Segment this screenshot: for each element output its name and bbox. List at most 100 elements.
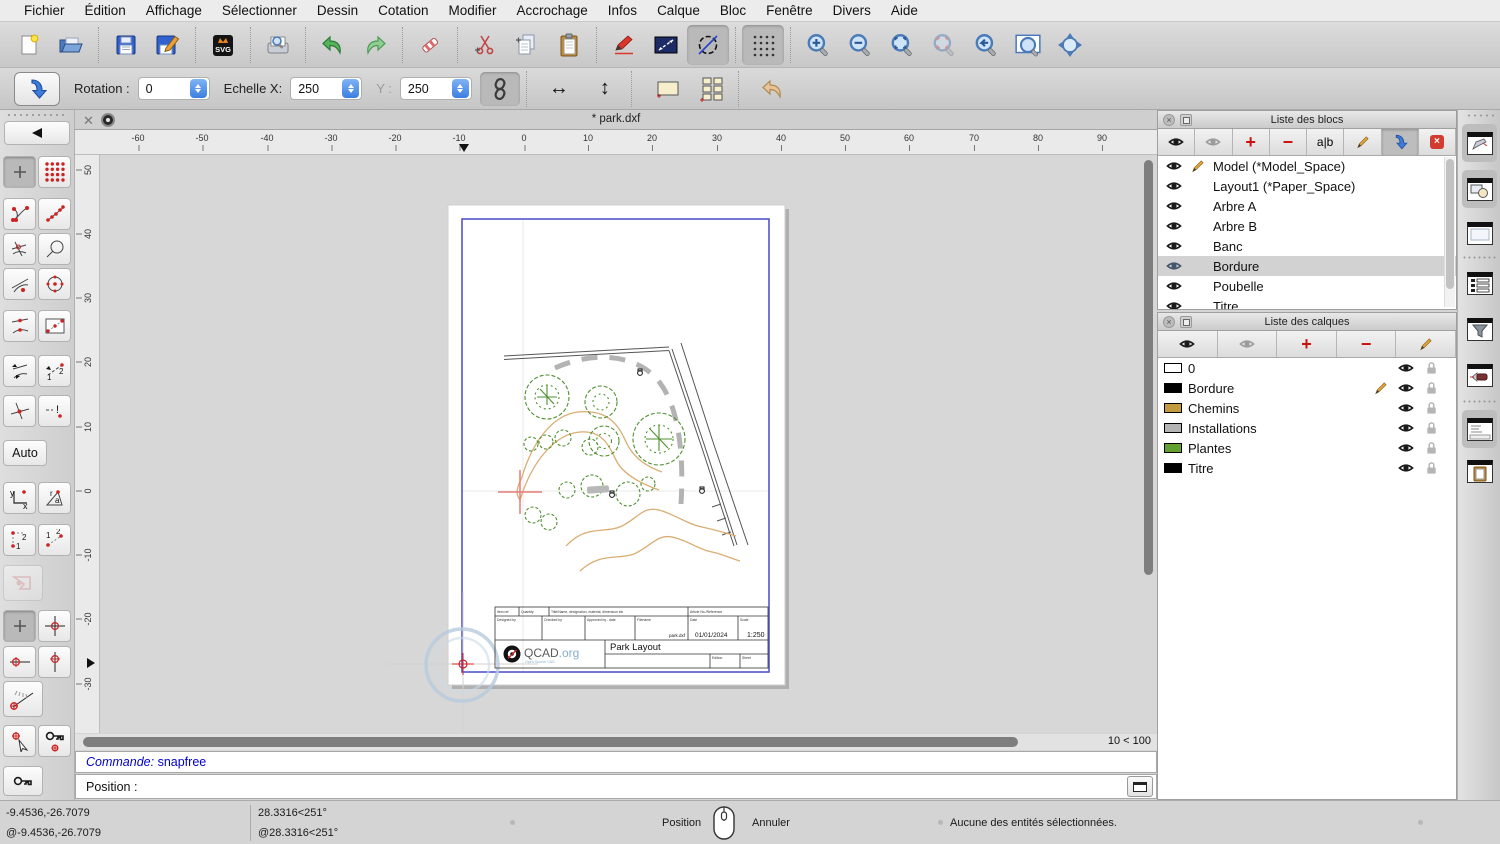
measure-button[interactable] <box>645 25 687 65</box>
zoom-selection-button[interactable] <box>923 25 965 65</box>
svg-export-button[interactable]: SVG <box>202 25 244 65</box>
block-list-scrollbar[interactable] <box>1444 157 1455 307</box>
save-button[interactable] <box>105 25 147 65</box>
hide-all-layers-button[interactable] <box>1218 331 1278 357</box>
menu-calque[interactable]: Calque <box>647 0 710 22</box>
zoom-auto-button[interactable] <box>881 25 923 65</box>
add-block-button[interactable]: + <box>1233 129 1270 155</box>
block-visibility-icon[interactable] <box>1166 198 1182 214</box>
snap-intersection-manual-button[interactable]: ! <box>38 395 71 427</box>
array-insert-button[interactable] <box>692 72 732 106</box>
layer-visibility-icon[interactable] <box>1398 360 1414 376</box>
block-visibility-icon[interactable] <box>1166 258 1182 274</box>
snap-center-button[interactable] <box>38 268 71 300</box>
snap-grid-button[interactable] <box>38 156 71 188</box>
layer-lock-icon[interactable] <box>1425 381 1438 395</box>
menu-cotation[interactable]: Cotation <box>368 0 438 22</box>
snap-intersection-button[interactable] <box>3 395 36 427</box>
block-visibility-icon[interactable] <box>1166 298 1182 310</box>
layer-row-plantes[interactable]: Plantes <box>1158 438 1456 458</box>
panel-float-icon[interactable] <box>1180 114 1192 126</box>
menu-modifier[interactable]: Modifier <box>438 0 506 22</box>
menu-dessin[interactable]: Dessin <box>307 0 368 22</box>
pan-button[interactable] <box>1049 25 1091 65</box>
snap-points-button[interactable] <box>38 198 71 230</box>
new-file-button[interactable] <box>8 25 50 65</box>
relative-polar-button[interactable]: 12 <box>38 524 71 556</box>
layer-row-chemins[interactable]: Chemins <box>1158 398 1456 418</box>
flip-vertical-button[interactable]: ↕ <box>585 72 625 106</box>
paste-button[interactable] <box>548 25 590 65</box>
keep-proportions-button[interactable] <box>480 72 520 106</box>
back-button[interactable] <box>4 121 70 145</box>
toolbar-drag-handle[interactable] <box>6 113 68 117</box>
grid-toggle-button[interactable] <box>742 25 784 65</box>
zoom-out-button[interactable] <box>839 25 881 65</box>
cut-button[interactable] <box>464 25 506 65</box>
save-as-button[interactable] <box>147 25 189 65</box>
menu-accrochage[interactable]: Accrochage <box>506 0 597 22</box>
copy-button[interactable] <box>506 25 548 65</box>
block-visibility-icon[interactable] <box>1166 218 1182 234</box>
circle-tool-toggle[interactable] <box>687 25 729 65</box>
edit-layer-button[interactable] <box>1396 331 1456 357</box>
set-relative-zero-button[interactable] <box>3 725 36 757</box>
open-file-button[interactable] <box>50 25 92 65</box>
panel-close-icon[interactable]: × <box>1163 114 1175 126</box>
layer-lock-icon[interactable] <box>1425 401 1438 415</box>
coordinate-cartesian-button[interactable]: yx <box>3 482 36 514</box>
insert-block-button[interactable] <box>1382 129 1419 155</box>
menu-divers[interactable]: Divers <box>823 0 881 22</box>
command-options-button[interactable] <box>1127 776 1153 797</box>
zoom-window-button[interactable] <box>1007 25 1049 65</box>
layer-row-bordure[interactable]: Bordure <box>1158 378 1456 398</box>
snap-endpoints-button[interactable] <box>3 198 36 230</box>
draw-edit-button[interactable] <box>603 25 645 65</box>
layer-row-titre[interactable]: Titre <box>1158 458 1456 478</box>
remove-block-button[interactable]: − <box>1270 129 1307 155</box>
block-row-banc[interactable]: Banc <box>1158 236 1456 256</box>
restrict-horizontal-button[interactable] <box>3 646 36 678</box>
selection-filter-toggle[interactable] <box>1464 314 1495 344</box>
layer-visibility-icon[interactable] <box>1398 380 1414 396</box>
menu-fichier[interactable]: Fichier <box>14 0 75 22</box>
snap-restriction-button[interactable] <box>3 355 36 387</box>
relative-cartesian-button[interactable]: 12 <box>3 524 36 556</box>
snap-reference-button[interactable] <box>38 310 71 342</box>
hide-all-blocks-button[interactable] <box>1195 129 1232 155</box>
zoom-in-button[interactable] <box>797 25 839 65</box>
reset-button[interactable] <box>753 72 793 106</box>
block-row-bordure[interactable]: Bordure <box>1158 256 1456 276</box>
menu-affichage[interactable]: Affichage <box>136 0 212 22</box>
redo-button[interactable] <box>354 25 396 65</box>
remove-layer-button[interactable]: − <box>1337 331 1397 357</box>
insert-block-state-button[interactable] <box>14 72 60 106</box>
snap-tangent-button[interactable] <box>3 268 36 300</box>
menu-aide[interactable]: Aide <box>881 0 928 22</box>
panel-close-icon[interactable]: × <box>1163 316 1175 328</box>
restrict-vertical-button[interactable] <box>38 646 71 678</box>
undo-button[interactable] <box>312 25 354 65</box>
lock-relative-zero-button[interactable] <box>38 725 71 757</box>
command-line-toggle[interactable] <box>1462 410 1497 448</box>
restrict-angle-length-button[interactable] <box>3 565 43 601</box>
close-block-edit-button[interactable]: × <box>1419 129 1456 155</box>
layer-row-0[interactable]: 0 <box>1158 358 1456 378</box>
document-tab-title[interactable]: * park.dxf <box>75 113 1157 125</box>
block-list-scrollbar-thumb[interactable] <box>1446 159 1454 289</box>
menu-selectionner[interactable]: Sélectionner <box>212 0 307 22</box>
scale-x-combo[interactable]: 250 <box>290 77 362 100</box>
rotation-stepper[interactable] <box>190 79 207 98</box>
layer-visibility-icon[interactable] <box>1398 420 1414 436</box>
single-insert-button[interactable] <box>648 72 688 106</box>
layer-row-installations[interactable]: Installations <box>1158 418 1456 438</box>
dock-drag-handle[interactable] <box>1466 114 1494 117</box>
drawing-viewport[interactable]: Item ref Quantity Title/Name, designatio… <box>100 155 1157 733</box>
layer-visibility-icon[interactable] <box>1398 440 1414 456</box>
block-row-arbre-a[interactable]: Arbre A <box>1158 196 1456 216</box>
layer-list-toggle[interactable] <box>1464 268 1495 298</box>
edit-block-button[interactable] <box>1344 129 1381 155</box>
block-visibility-icon[interactable] <box>1166 238 1182 254</box>
horizontal-scrollbar-thumb[interactable] <box>83 737 1018 747</box>
library-browser-toggle[interactable] <box>1464 218 1495 248</box>
